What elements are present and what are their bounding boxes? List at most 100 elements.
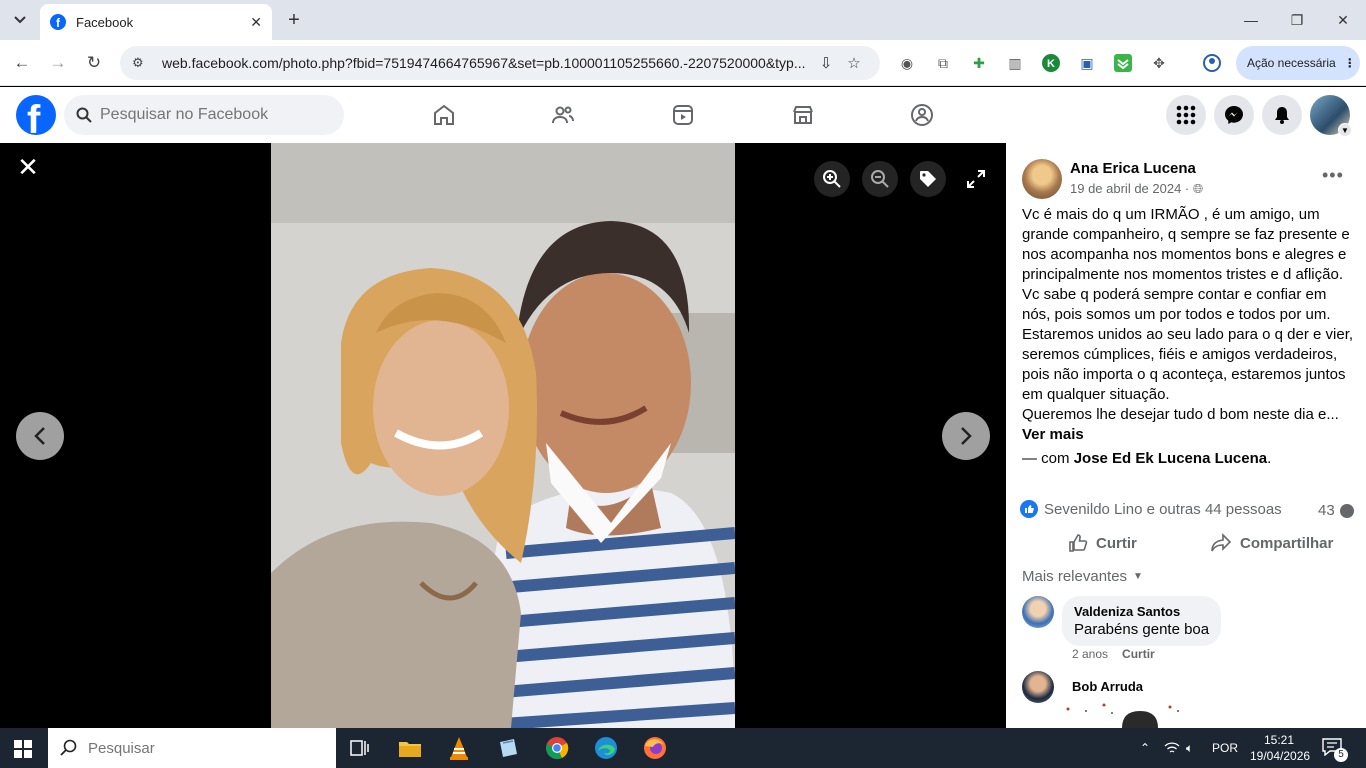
facebook-search-input[interactable] <box>100 106 320 124</box>
forward-button[interactable]: → <box>46 51 70 75</box>
search-icon <box>60 739 77 756</box>
author-name[interactable]: Ana Erica Lucena <box>1070 160 1196 177</box>
see-more-link[interactable]: Ver mais <box>1022 426 1084 443</box>
edge-icon[interactable] <box>590 732 622 764</box>
tag-button[interactable] <box>910 161 946 197</box>
facebook-logo[interactable]: f <box>16 95 56 135</box>
network-icon[interactable] <box>1164 728 1180 768</box>
comment-count-number: 43 <box>1318 502 1335 519</box>
notification-center-icon[interactable]: 5 <box>1322 738 1348 762</box>
url-text[interactable]: web.facebook.com/photo.php?fbid=75194746… <box>162 55 812 71</box>
facebook-search[interactable] <box>64 95 344 135</box>
tag-icon <box>920 171 936 187</box>
profile-icon[interactable] <box>1202 53 1222 73</box>
friends-icon <box>552 106 574 124</box>
extension-plus-icon[interactable]: ✚ <box>969 53 989 73</box>
task-view-icon[interactable] <box>344 732 376 764</box>
close-viewer-icon[interactable]: ✕ <box>16 154 40 180</box>
like-label: Curtir <box>1096 534 1137 552</box>
system-clock[interactable]: 15:21 19/04/2026 <box>1250 732 1311 764</box>
share-icon <box>1211 533 1232 552</box>
save-icon[interactable]: ▣ <box>1077 53 1097 73</box>
bookmark-star-icon[interactable]: ☆ <box>840 54 868 72</box>
clock-date: 19/04/2026 <box>1250 749 1311 763</box>
camera-icon[interactable]: ◉ <box>897 53 917 73</box>
previous-photo-button[interactable] <box>16 412 64 460</box>
reactions-summary[interactable]: Sevenildo Lino e outras 44 pessoas <box>1020 500 1282 518</box>
trash-icon[interactable]: ▥ <box>1005 53 1025 73</box>
messenger-button[interactable] <box>1214 95 1254 135</box>
browser-toolbar: ← → ↻ ⚙ web.facebook.com/photo.php?fbid=… <box>0 40 1366 86</box>
language-indicator[interactable]: POR <box>1212 728 1238 768</box>
green-extension-icon[interactable] <box>1113 53 1133 73</box>
close-tab-icon[interactable]: ✕ <box>250 14 262 31</box>
show-hidden-icons[interactable]: ⌃ <box>1140 728 1150 768</box>
nav-marketplace[interactable] <box>748 95 858 135</box>
comment-author[interactable]: Bob Arruda <box>1072 679 1143 694</box>
expand-icon <box>967 170 985 188</box>
close-window-button[interactable]: ✕ <box>1320 0 1366 40</box>
new-tab-button[interactable]: + <box>282 8 306 32</box>
action-needed-button[interactable]: Ação necessária ⋮ <box>1236 46 1360 80</box>
firefox-icon[interactable] <box>639 732 671 764</box>
next-photo-button[interactable] <box>942 412 990 460</box>
zoom-out-button[interactable] <box>862 161 898 197</box>
site-info-icon[interactable]: ⚙ <box>132 55 150 71</box>
nav-video[interactable] <box>628 95 738 135</box>
restore-button[interactable]: ❐ <box>1274 0 1320 40</box>
photo-image <box>271 143 735 728</box>
zoom-out-icon <box>871 170 889 188</box>
tagged-with: — com Jose Ed Ek Lucena Lucena. <box>1022 450 1271 467</box>
notes-app-icon[interactable] <box>492 732 524 764</box>
vlc-icon[interactable] <box>443 732 475 764</box>
comment-author[interactable]: Valdeniza Santos <box>1074 604 1209 619</box>
comment-bubble: Valdeniza Santos Parabéns gente boa <box>1062 596 1222 646</box>
account-avatar[interactable]: ▼ <box>1310 95 1352 137</box>
volume-icon[interactable]: 🔈︎ <box>1186 728 1193 768</box>
windows-start-icon[interactable] <box>14 740 32 758</box>
commenter-avatar[interactable] <box>1022 596 1054 628</box>
more-options-icon[interactable]: ••• <box>1322 165 1344 186</box>
nav-groups[interactable] <box>867 95 977 135</box>
zoom-in-button[interactable] <box>814 161 850 197</box>
menu-button[interactable] <box>1166 95 1206 135</box>
comment-time[interactable]: 2 anos <box>1072 647 1108 661</box>
nav-home[interactable] <box>389 95 499 135</box>
fullscreen-button[interactable] <box>958 161 994 197</box>
file-explorer-icon[interactable] <box>394 732 426 764</box>
facebook-header: f ▼ <box>0 87 1366 143</box>
post-date[interactable]: 19 de abril de 2024 · 🌐︎ <box>1070 181 1203 197</box>
comment-like-link[interactable]: Curtir <box>1122 647 1155 661</box>
photo-viewer: ✕ <box>0 143 1006 728</box>
install-app-icon[interactable]: ⇩ <box>812 54 840 72</box>
search-icon <box>76 107 92 123</box>
back-button[interactable]: ← <box>10 51 34 75</box>
tagged-person-link[interactable]: Jose Ed Ek Lucena Lucena <box>1074 450 1267 467</box>
taskbar-search[interactable] <box>48 728 336 768</box>
notifications-button[interactable] <box>1262 95 1302 135</box>
address-bar[interactable]: ⚙ web.facebook.com/photo.php?fbid=751947… <box>120 46 880 80</box>
chrome-icon[interactable] <box>541 732 573 764</box>
clock-time: 15:21 <box>1263 733 1295 747</box>
comment-sticker-image <box>1066 703 1179 728</box>
nav-friends[interactable] <box>508 95 618 135</box>
commenter-avatar[interactable] <box>1022 671 1054 703</box>
menu-dots-icon: ⋮ <box>1343 56 1356 70</box>
copy-icon[interactable]: ⧉ <box>933 53 953 73</box>
video-icon <box>673 105 693 125</box>
chevron-right-icon <box>961 427 972 445</box>
chevron-down-icon <box>14 16 26 24</box>
minimize-button[interactable]: — <box>1228 0 1274 40</box>
comment-sort-filter[interactable]: Mais relevantes ▼ <box>1022 568 1143 585</box>
author-avatar[interactable] <box>1022 159 1062 199</box>
browser-tab[interactable]: f Facebook ✕ <box>40 4 272 40</box>
comment-count[interactable]: 43 <box>1318 502 1354 519</box>
k-extension-icon[interactable]: K <box>1041 53 1061 73</box>
reload-button[interactable]: ↻ <box>82 51 106 75</box>
puzzle-icon[interactable]: ✥ <box>1149 53 1169 73</box>
share-button[interactable]: Compartilhar <box>1210 531 1333 555</box>
reactions-text: Sevenildo Lino e outras 44 pessoas <box>1044 500 1282 518</box>
tab-search-button[interactable] <box>6 6 34 34</box>
like-button[interactable]: Curtir <box>1068 531 1137 555</box>
taskbar-search-input[interactable] <box>88 739 308 757</box>
